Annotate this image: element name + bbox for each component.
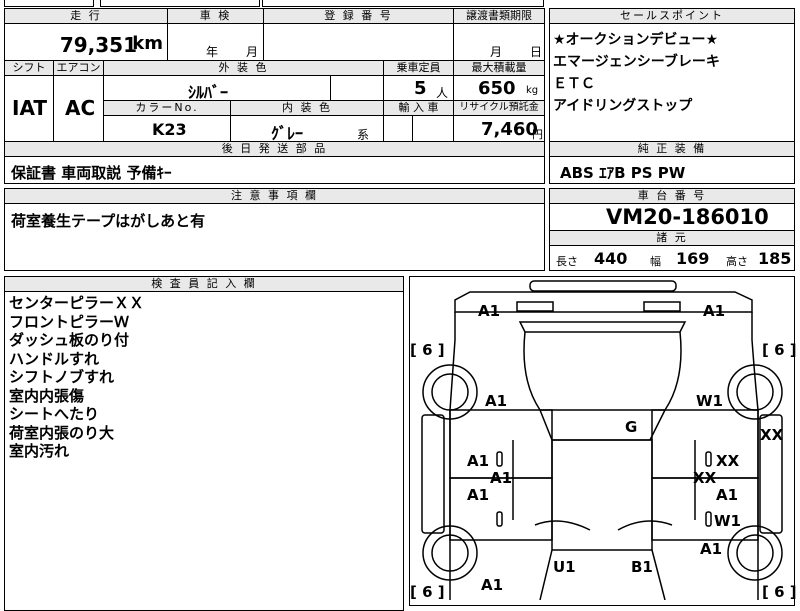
right-headlight [643, 301, 681, 312]
mark-w1-right-rear-door: W1 [714, 512, 741, 530]
mark-a1-left-front-door: A1 [467, 452, 489, 470]
body-right-outline [751, 312, 759, 600]
right-rear-wheel [727, 525, 783, 581]
right-front-door [651, 409, 759, 479]
mark-a1-left-fender: A1 [485, 392, 507, 410]
mark-a1-left-pillar: A1 [490, 469, 512, 487]
mark-a1-bottom-left: A1 [481, 576, 503, 594]
tire-left-bottom: [ 6 ] [410, 583, 445, 600]
mark-a1-right-rear: A1 [700, 540, 722, 558]
tire-left-top: [ 6 ] [410, 341, 445, 359]
right-rear-door [651, 477, 759, 541]
roof [551, 439, 653, 551]
front-bumper [529, 280, 677, 292]
mark-a1-front-left: A1 [478, 302, 500, 320]
left-headlight [516, 301, 554, 312]
mark-u1: U1 [553, 558, 576, 576]
mark-a1-left-rear-door: A1 [467, 486, 489, 504]
left-front-handle [496, 451, 503, 467]
left-rear-handle [496, 511, 503, 527]
right-front-handle [705, 451, 712, 467]
tire-right-top: [ 6 ] [762, 341, 797, 359]
right-rear-handle [705, 511, 712, 527]
mark-xx-right-front: XX [760, 426, 784, 444]
mark-w1-right-fender: W1 [696, 392, 723, 410]
mark-xx-right-pillar: XX [693, 469, 717, 487]
left-front-door [449, 409, 553, 479]
tire-right-bottom: [ 6 ] [762, 583, 797, 600]
mark-b1: B1 [631, 558, 653, 576]
windshield [518, 321, 687, 333]
mark-xx-right-front-door: XX [716, 452, 740, 470]
car-diagram-svg: [ 6 ] [ 6 ] [ 6 ] [ 6 ] A1 A1 A1 W1 G XX… [410, 280, 797, 600]
left-step [421, 414, 445, 534]
mark-a1-right-rear-door: A1 [716, 486, 738, 504]
mark-g-hood: G [625, 418, 637, 436]
hood [523, 331, 682, 411]
mark-a1-front-right: A1 [703, 302, 725, 320]
cowl [539, 409, 666, 441]
